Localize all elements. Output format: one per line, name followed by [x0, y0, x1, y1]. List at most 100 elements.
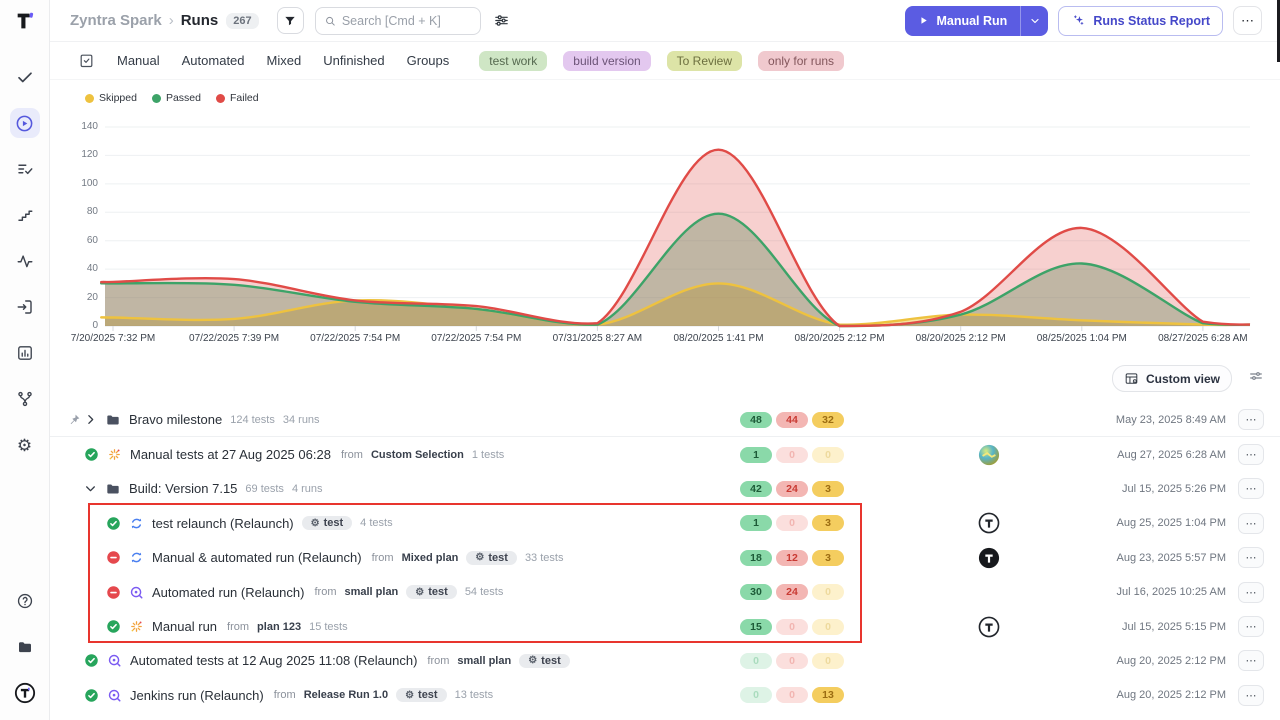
run-tag-chip[interactable]: ⚙test: [396, 688, 447, 702]
run-meta: 69 tests: [245, 483, 284, 495]
sidebar-item-branches[interactable]: [10, 384, 40, 414]
y-axis-tick: 100: [58, 178, 98, 189]
list-toolbar: Custom view: [50, 358, 1280, 398]
run-title[interactable]: Build: Version 7.15: [129, 481, 237, 496]
row-more-button[interactable]: ⋯: [1238, 513, 1264, 534]
table-row[interactable]: Manual tests at 27 Aug 2025 06:28fromCus…: [50, 437, 1280, 471]
tag-chip[interactable]: To Review: [667, 51, 742, 71]
run-date: Jul 15, 2025 5:26 PM: [1122, 483, 1226, 495]
expander-toggle[interactable]: [84, 482, 97, 495]
table-row[interactable]: Manual & automated run (Relaunch)fromMix…: [50, 541, 1280, 575]
gear-icon: ⚙: [528, 655, 537, 666]
manual-run-button[interactable]: Manual Run: [905, 6, 1048, 36]
search-input[interactable]: [342, 14, 472, 28]
more-icon: ⋯: [1241, 13, 1254, 29]
tab-mixed[interactable]: Mixed: [267, 53, 302, 68]
row-more-button[interactable]: ⋯: [1238, 547, 1264, 568]
row-more-button[interactable]: ⋯: [1238, 582, 1264, 603]
from-plan[interactable]: small plan: [344, 586, 398, 598]
table-row[interactable]: Manual runfromplan 12315 tests1500Jul 15…: [50, 609, 1280, 643]
sidebar-item-settings[interactable]: ⚙: [10, 430, 40, 460]
sidebar-item-plans[interactable]: [10, 154, 40, 184]
run-title[interactable]: test relaunch (Relaunch): [152, 516, 294, 531]
from-plan[interactable]: small plan: [457, 655, 511, 667]
run-title[interactable]: Automated tests at 12 Aug 2025 11:08 (Re…: [130, 653, 417, 668]
sidebar-item-workspace[interactable]: [10, 678, 40, 708]
row-more-button[interactable]: ⋯: [1238, 409, 1264, 430]
tag-chip[interactable]: build version: [563, 51, 650, 71]
runs-list: Bravo milestone124 tests34 runs484432May…: [50, 398, 1280, 720]
custom-view-label: Custom view: [1146, 372, 1220, 386]
manual-run-icon: [129, 619, 144, 634]
table-row[interactable]: Automated run (Relaunch)fromsmall plan⚙t…: [50, 575, 1280, 609]
app-logo-icon[interactable]: [14, 10, 36, 32]
expander-toggle[interactable]: [84, 413, 97, 426]
search-settings-icon[interactable]: [493, 12, 510, 29]
sidebar-item-reports[interactable]: [10, 338, 40, 368]
from-plan[interactable]: plan 123: [257, 621, 301, 633]
header-more-button[interactable]: ⋯: [1233, 6, 1262, 35]
bar-chart-box-icon: [16, 344, 34, 362]
breadcrumb-project[interactable]: Zyntra Spark: [70, 12, 162, 29]
sidebar-item-projects[interactable]: [10, 632, 40, 662]
run-title[interactable]: Manual & automated run (Relaunch): [152, 550, 362, 565]
tab-groups[interactable]: Groups: [407, 53, 450, 68]
sidebar-item-help[interactable]: [10, 586, 40, 616]
tag-label: test: [324, 517, 344, 529]
view-settings-icon[interactable]: [1248, 368, 1264, 384]
run-title[interactable]: Automated run (Relaunch): [152, 585, 304, 600]
table-row[interactable]: test relaunch (Relaunch)⚙test4 tests103A…: [50, 506, 1280, 540]
row-more-button[interactable]: ⋯: [1238, 444, 1264, 465]
sidebar-item-pulse[interactable]: [10, 246, 40, 276]
x-axis-tick: 07/22/2025 7:39 PM: [174, 333, 294, 344]
tag-label: test: [488, 552, 508, 564]
run-meta: 4 tests: [360, 517, 392, 529]
run-date: Jul 15, 2025 5:15 PM: [1122, 621, 1226, 633]
tag-label: test: [428, 586, 448, 598]
run-title[interactable]: Manual run: [152, 619, 217, 634]
sidebar-item-runs[interactable]: [10, 108, 40, 138]
tag-chip[interactable]: test work: [479, 51, 547, 71]
manual-run-dropdown[interactable]: [1021, 6, 1048, 36]
yellow-count-badge: 32: [812, 412, 844, 428]
status-failed-icon: [106, 585, 121, 600]
row-more-button[interactable]: ⋯: [1238, 650, 1264, 671]
from-plan[interactable]: Mixed plan: [402, 552, 459, 564]
row-more-button[interactable]: ⋯: [1238, 685, 1264, 706]
from-plan[interactable]: Custom Selection: [371, 449, 464, 461]
run-title[interactable]: Jenkins run (Relaunch): [130, 688, 264, 703]
green-count-badge: 0: [740, 653, 772, 669]
row-more-button[interactable]: ⋯: [1238, 478, 1264, 499]
custom-view-button[interactable]: Custom view: [1112, 365, 1232, 392]
checklist-icon[interactable]: [78, 52, 95, 69]
run-title[interactable]: Bravo milestone: [129, 412, 222, 427]
sidebar-item-tests[interactable]: [10, 62, 40, 92]
table-row[interactable]: Build: Version 7.1569 tests4 runs42243Ju…: [50, 472, 1280, 506]
tab-unfinished[interactable]: Unfinished: [323, 53, 384, 68]
red-count-badge: 0: [776, 653, 808, 669]
sidebar-item-import[interactable]: [10, 292, 40, 322]
run-tag-chip[interactable]: ⚙test: [406, 585, 457, 599]
tab-automated[interactable]: Automated: [182, 53, 245, 68]
tab-manual[interactable]: Manual: [117, 53, 160, 68]
sidebar-item-milestones[interactable]: [10, 200, 40, 230]
filter-button[interactable]: [277, 7, 304, 34]
relaunch-icon: [129, 516, 144, 531]
table-row[interactable]: Automated tests at 12 Aug 2025 11:08 (Re…: [50, 644, 1280, 678]
run-tag-chip[interactable]: ⚙test: [519, 654, 570, 668]
search-box[interactable]: [315, 7, 481, 35]
tag-chip[interactable]: only for runs: [758, 51, 844, 71]
table-row[interactable]: Bravo milestone124 tests34 runs484432May…: [50, 403, 1280, 437]
from-plan[interactable]: Release Run 1.0: [304, 689, 388, 701]
yellow-count-badge: 13: [812, 687, 844, 703]
run-title[interactable]: Manual tests at 27 Aug 2025 06:28: [130, 447, 331, 462]
run-tag-chip[interactable]: ⚙test: [466, 551, 517, 565]
row-more-button[interactable]: ⋯: [1238, 616, 1264, 637]
y-axis-tick: 40: [58, 263, 98, 274]
runs-status-report-button[interactable]: Runs Status Report: [1058, 6, 1223, 36]
table-row[interactable]: Jenkins run (Relaunch)fromRelease Run 1.…: [50, 678, 1280, 712]
run-tag-chip[interactable]: ⚙test: [302, 516, 353, 530]
run-meta: 4 runs: [292, 483, 323, 495]
from-label: from: [227, 621, 249, 633]
red-count-badge: 0: [776, 687, 808, 703]
